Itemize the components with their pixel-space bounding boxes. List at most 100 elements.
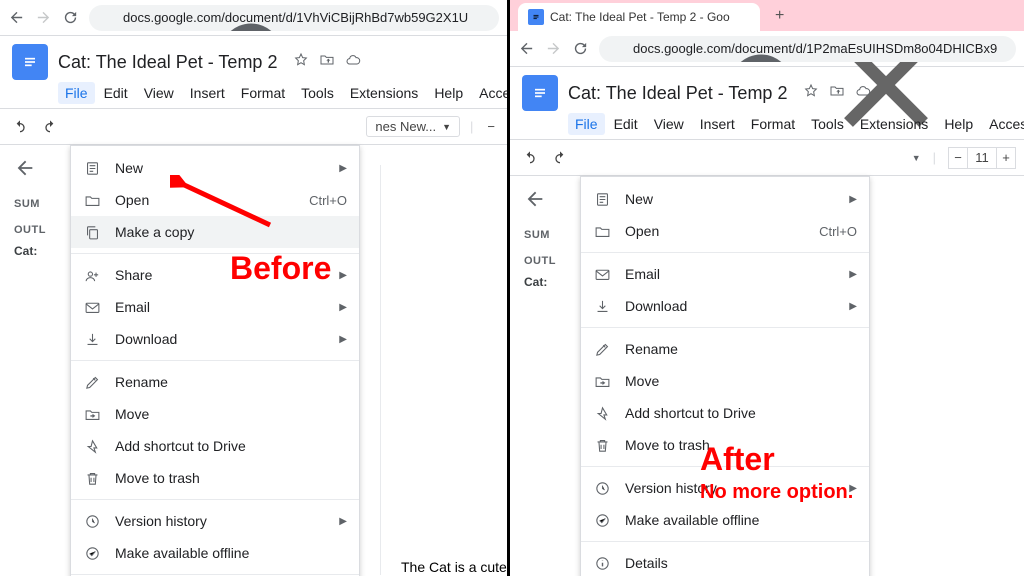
- history-icon: [593, 479, 611, 497]
- menu-item-email[interactable]: Email▶: [581, 258, 869, 290]
- menu-item-move[interactable]: Move: [581, 365, 869, 397]
- menu-tools[interactable]: Tools: [804, 113, 851, 135]
- menu-item-label: Download: [625, 298, 835, 314]
- back-button[interactable]: [518, 40, 535, 57]
- menu-help[interactable]: Help: [427, 82, 470, 104]
- outline-item[interactable]: Cat:: [14, 244, 62, 258]
- size-plus[interactable]: +: [996, 147, 1016, 169]
- menu-accessi[interactable]: Accessi: [982, 113, 1024, 135]
- shortcut-label: Ctrl+O: [309, 193, 347, 208]
- menu-file[interactable]: File: [58, 82, 95, 104]
- menu-format[interactable]: Format: [234, 82, 292, 104]
- forward-button[interactable]: [545, 40, 562, 57]
- address-bar[interactable]: docs.google.com/document/d/1VhViCBijRhBd…: [89, 5, 499, 31]
- outline-back-icon[interactable]: [524, 188, 572, 215]
- menu-file[interactable]: File: [568, 113, 605, 135]
- menu-item-download[interactable]: Download▶: [71, 323, 359, 355]
- open-icon: [593, 222, 611, 240]
- menu-item-rename[interactable]: Rename: [71, 366, 359, 398]
- menu-item-move-to-trash[interactable]: Move to trash: [71, 462, 359, 494]
- menu-item-label: Make available offline: [115, 545, 347, 561]
- menu-item-version-history[interactable]: Version history▶: [71, 505, 359, 537]
- menu-separator: [581, 252, 869, 253]
- url-text: docs.google.com/document/d/1VhViCBijRhBd…: [123, 10, 468, 25]
- after-sublabel: No more option.: [700, 481, 853, 504]
- copy-icon: [83, 223, 101, 241]
- menu-item-make-available-offline[interactable]: Make available offline: [581, 504, 869, 536]
- menu-insert[interactable]: Insert: [183, 82, 232, 104]
- menu-item-new[interactable]: New▶: [581, 183, 869, 215]
- back-button[interactable]: [8, 9, 25, 26]
- menu-item-move[interactable]: Move: [71, 398, 359, 430]
- menu-item-download[interactable]: Download▶: [581, 290, 869, 322]
- move-folder-icon[interactable]: [829, 83, 845, 104]
- menu-view[interactable]: View: [137, 82, 181, 104]
- star-icon[interactable]: [293, 52, 309, 73]
- open-icon: [83, 191, 101, 209]
- redo-button[interactable]: [548, 150, 572, 166]
- tab-bar: Cat: The Ideal Pet - Temp 2 - Goo +: [510, 0, 1024, 31]
- menu-edit[interactable]: Edit: [97, 82, 135, 104]
- details-icon: [593, 554, 611, 572]
- browser-tab[interactable]: Cat: The Ideal Pet - Temp 2 - Goo: [518, 3, 760, 31]
- lock-icon: [101, 11, 115, 25]
- address-bar[interactable]: docs.google.com/document/d/1P2maEsUIHSDm…: [599, 36, 1016, 62]
- title-row: Cat: The Ideal Pet - Temp 2: [0, 36, 507, 82]
- email-icon: [593, 265, 611, 283]
- menu-item-open[interactable]: OpenCtrl+O: [581, 215, 869, 247]
- offline-icon: [593, 511, 611, 529]
- reload-button[interactable]: [62, 9, 79, 26]
- menu-item-details[interactable]: Details: [581, 547, 869, 576]
- menu-item-make-available-offline[interactable]: Make available offline: [71, 537, 359, 569]
- outline-panel: SUM OUTL Cat:: [0, 145, 62, 575]
- outline-item[interactable]: Cat:: [524, 275, 572, 289]
- menu-help[interactable]: Help: [937, 113, 980, 135]
- doc-title[interactable]: Cat: The Ideal Pet - Temp 2: [58, 52, 277, 73]
- new-icon: [593, 190, 611, 208]
- menu-tools[interactable]: Tools: [294, 82, 341, 104]
- size-minus[interactable]: −: [483, 119, 499, 134]
- menu-item-add-shortcut-to-drive[interactable]: Add shortcut to Drive: [581, 397, 869, 429]
- menu-edit[interactable]: Edit: [607, 113, 645, 135]
- new-tab-button[interactable]: +: [768, 4, 792, 28]
- font-select[interactable]: nes New...▼: [366, 116, 460, 137]
- outline-back-icon[interactable]: [14, 157, 62, 184]
- menu-extensions[interactable]: Extensions: [343, 82, 425, 104]
- outline-label: OUTL: [524, 255, 572, 267]
- menu-format[interactable]: Format: [744, 113, 802, 135]
- menu-item-email[interactable]: Email▶: [71, 291, 359, 323]
- menu-item-rename[interactable]: Rename: [581, 333, 869, 365]
- forward-button[interactable]: [35, 9, 52, 26]
- undo-button[interactable]: [518, 150, 542, 166]
- size-minus[interactable]: −: [948, 147, 968, 169]
- move-folder-icon[interactable]: [319, 52, 335, 73]
- menu-view[interactable]: View: [647, 113, 691, 135]
- summary-label: SUM: [14, 198, 62, 210]
- before-pane: docs.google.com/document/d/1VhViCBijRhBd…: [0, 0, 510, 576]
- close-icon[interactable]: [736, 10, 750, 24]
- menu-insert[interactable]: Insert: [693, 113, 742, 135]
- star-icon[interactable]: [803, 83, 819, 104]
- docs-logo[interactable]: [12, 44, 48, 80]
- menu-separator: [71, 499, 359, 500]
- lock-icon: [611, 42, 625, 56]
- before-label: Before: [230, 250, 331, 287]
- cloud-icon[interactable]: [345, 52, 361, 73]
- menu-item-add-shortcut-to-drive[interactable]: Add shortcut to Drive: [71, 430, 359, 462]
- redo-button[interactable]: [38, 119, 62, 135]
- menu-extensions[interactable]: Extensions: [853, 113, 935, 135]
- cloud-icon[interactable]: [855, 83, 871, 104]
- new-icon: [83, 159, 101, 177]
- reload-button[interactable]: [572, 40, 589, 57]
- menu-acce[interactable]: Acce: [472, 82, 510, 104]
- document-page[interactable]: The Cat is a cute: [380, 165, 507, 575]
- docs-logo[interactable]: [522, 75, 558, 111]
- font-size-stepper[interactable]: − 11 +: [948, 147, 1016, 169]
- menu-bar: FileEditViewInsertFormatToolsExtensionsH…: [0, 82, 507, 109]
- dl-icon: [83, 330, 101, 348]
- size-value[interactable]: 11: [968, 147, 996, 169]
- menu-item-label: Email: [115, 299, 325, 315]
- dl-icon: [593, 297, 611, 315]
- undo-button[interactable]: [8, 119, 32, 135]
- doc-title[interactable]: Cat: The Ideal Pet - Temp 2: [568, 83, 787, 104]
